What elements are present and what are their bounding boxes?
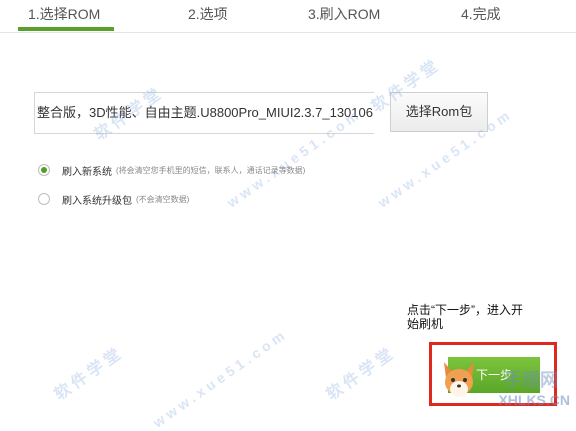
option-flash-upgrade-package[interactable]: 刷入系统升级包 (不会清空数据) <box>38 191 189 207</box>
watermark-brand: 手理网 <box>504 370 558 390</box>
step-options: 2.选项 <box>188 6 228 22</box>
option-flash-new-system[interactable]: 刷入新系统 (将会清空您手机里的短信，联系人，通话记录等数据) <box>38 162 305 178</box>
option-label: 刷入新系统 <box>62 166 112 178</box>
option-note: (不会清空数据) <box>136 194 190 204</box>
step-flash-rom: 3.刷入ROM <box>308 6 381 22</box>
watermark-site-logo: XHLKS.CN <box>498 392 570 408</box>
step-bar: 1.选择ROM 2.选项 3.刷入ROM 4.完成 <box>0 0 576 33</box>
step-select-rom: 1.选择ROM <box>28 6 101 22</box>
radio-flash-upgrade-package[interactable] <box>38 193 50 205</box>
active-step-indicator <box>18 27 114 31</box>
next-step-hint: 点击“下一步”，进入开 始刷机 <box>407 303 573 331</box>
select-rom-button[interactable]: 选择Rom包 <box>390 92 488 132</box>
hint-line-2: 始刷机 <box>407 317 444 331</box>
rom-file-path-field[interactable]: 整合版，3D性能、自由主题.U8800Pro_MIUI2.3.7_130106.… <box>34 92 374 134</box>
watermark-site: www.xue51.com <box>149 325 291 431</box>
watermark-text: 软件学堂 <box>323 344 400 404</box>
step-complete: 4.完成 <box>461 6 501 22</box>
watermark-text: 软件学堂 <box>51 344 128 404</box>
option-note: (将会清空您手机里的短信，联系人，通话记录等数据) <box>116 165 306 175</box>
radio-flash-new-system[interactable] <box>38 164 50 176</box>
fox-mascot-icon <box>444 362 474 397</box>
option-label: 刷入系统升级包 <box>62 195 132 207</box>
hint-line-1: 点击“下一步”，进入开 <box>407 303 523 317</box>
